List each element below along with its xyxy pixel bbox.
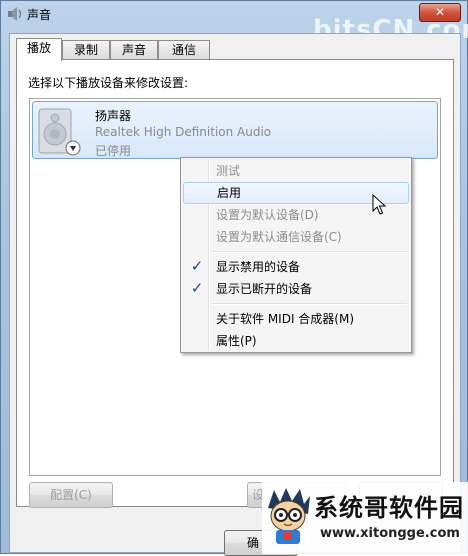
window-title: 声音 [27, 8, 52, 22]
watermark-xitongge: 系统哥软件园 www.xitongge.com [262, 482, 468, 554]
instruction-text: 选择以下播放设备来修改设置: [28, 76, 189, 90]
menu-separator [211, 303, 407, 305]
device-item-speakers[interactable]: 扬声器 Realtek High Definition Audio 已停用 [32, 101, 438, 159]
menu-item-show-disconnected[interactable]: 显示已断开的设备 [183, 278, 409, 300]
tab-recording[interactable]: 录制 [62, 40, 110, 59]
menu-separator [211, 251, 407, 253]
menu-item-show-disabled[interactable]: 显示禁用的设备 [183, 256, 409, 278]
menu-item-set-default-comm[interactable]: 设置为默认通信设备(C) [183, 226, 409, 248]
speaker-app-icon [8, 7, 22, 21]
device-name: 扬声器 [95, 109, 132, 123]
title-bar[interactable]: 声音 bitsCN.com ✕ [1, 1, 468, 45]
watermark-title: 系统哥软件园 [314, 494, 464, 522]
tab-playback[interactable]: 播放 [16, 38, 62, 61]
tab-communications[interactable]: 通信 [158, 40, 210, 59]
device-driver: Realtek High Definition Audio [95, 125, 272, 139]
tab-sounds[interactable]: 声音 [110, 40, 158, 59]
mascot-logo-icon [268, 488, 310, 544]
watermark-url: www.xitongge.com [320, 526, 460, 541]
configure-button[interactable]: 配置(C) [29, 482, 113, 508]
context-menu: 测试 启用 设置为默认设备(D) 设置为默认通信设备(C) ✓ 显示禁用的设备 … [180, 157, 412, 353]
close-button[interactable]: ✕ [419, 3, 461, 22]
menu-item-test[interactable]: 测试 [183, 160, 409, 182]
mouse-pointer-icon [372, 194, 386, 215]
menu-item-about-midi[interactable]: 关于软件 MIDI 合成器(M) [183, 308, 409, 330]
device-status: 已停用 [95, 144, 132, 158]
speaker-device-icon [38, 108, 81, 156]
menu-item-properties[interactable]: 属性(P) [183, 330, 409, 352]
